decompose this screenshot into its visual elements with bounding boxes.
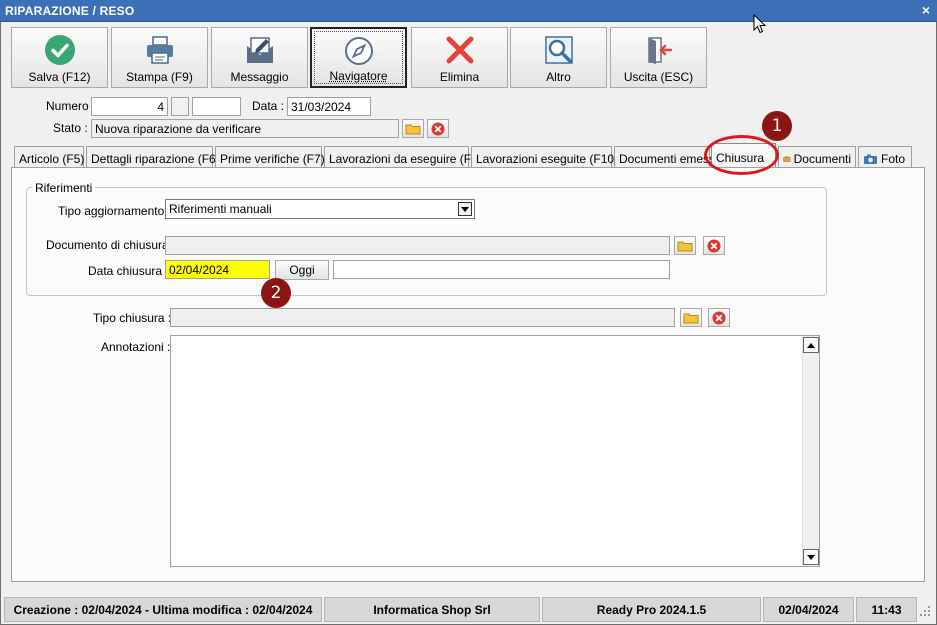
navigator-button[interactable]: Navigatore (310, 27, 407, 88)
navigator-button-label: Navigatore (329, 69, 388, 83)
window-title: RIPARAZIONE / RESO (5, 4, 135, 18)
check-icon (44, 35, 75, 65)
tipo-aggiornamento-select[interactable]: Riferimenti manuali (165, 199, 475, 219)
tab-lavorazioni-eseguite[interactable]: Lavorazioni eseguite (F10) (471, 146, 618, 167)
camera-icon (864, 154, 877, 164)
print-button[interactable]: Stampa (F9) (111, 27, 208, 88)
folder-icon (683, 313, 699, 323)
chevron-down-icon[interactable] (458, 202, 472, 216)
documento-chiusura-clear-button[interactable] (703, 236, 725, 255)
numero-field[interactable]: 4 (91, 97, 168, 116)
tab-prime-verifiche[interactable]: Prime verifiche (F7) (215, 146, 325, 167)
scroll-down-icon[interactable] (803, 549, 819, 565)
data-chiusura-label: Data chiusura : (88, 264, 169, 278)
delete-x-icon (446, 36, 473, 64)
stato-label: Stato : (53, 121, 88, 135)
tab-foto-label: Foto (881, 152, 906, 166)
tab-lavorazioni-da-eseguire[interactable]: Lavorazioni da eseguire (F8) (324, 146, 482, 167)
message-button-label: Messaggio (230, 70, 289, 84)
more-button-label: Altro (546, 70, 571, 84)
documento-chiusura-label: Documento di chiusura : (46, 238, 176, 252)
stato-clear-button[interactable] (427, 119, 449, 138)
tab-documenti-emessi-label: Documenti emessi (619, 152, 718, 166)
clear-icon (712, 311, 726, 324)
riferimenti-group-title: Riferimenti (32, 181, 96, 195)
oggi-button[interactable]: Oggi (275, 260, 329, 280)
folder-icon (677, 241, 693, 251)
tab-lavorazioni-da-eseguire-label: Lavorazioni da eseguire (F8) (329, 152, 482, 166)
tipo-chiusura-browse-button[interactable] (680, 308, 702, 327)
delete-button-label: Elimina (439, 70, 480, 84)
tab-documenti-emessi[interactable]: Documenti emessi (614, 146, 718, 167)
save-button[interactable]: Salva (F12) (11, 27, 108, 88)
save-button-label: Salva (F12) (28, 70, 91, 84)
annotation-badge-2: 2 (261, 278, 291, 308)
numero-label: Numero : (46, 99, 96, 113)
tab-articolo-label: Articolo (F5) (19, 152, 85, 166)
tipo-aggiornamento-label: Tipo aggiornamento : (58, 204, 171, 218)
clear-icon (707, 239, 721, 252)
exit-button[interactable]: Uscita (ESC) (610, 27, 707, 88)
title-bar: RIPARAZIONE / RESO × (0, 0, 937, 22)
briefcase-icon (783, 156, 791, 162)
tab-documenti-label: Documenti (793, 152, 851, 166)
tipo-chiusura-field[interactable] (170, 308, 675, 327)
tipo-aggiornamento-value: Riferimenti manuali (169, 202, 272, 216)
scroll-up-icon[interactable] (803, 337, 819, 353)
close-icon[interactable]: × (922, 2, 930, 18)
stato-browse-button[interactable] (402, 119, 424, 138)
documento-chiusura-field[interactable] (165, 236, 670, 255)
tab-lavorazioni-eseguite-label: Lavorazioni eseguite (F10) (476, 152, 619, 166)
clear-icon (431, 122, 445, 135)
printer-icon (146, 36, 173, 64)
tab-foto[interactable]: Foto (858, 146, 912, 167)
numero-series-button[interactable] (171, 97, 189, 116)
tab-articolo[interactable]: Articolo (F5) (14, 146, 84, 167)
status-product: Ready Pro 2024.1.5 (542, 597, 761, 622)
chiusura-tab-highlight-circle (704, 135, 779, 175)
status-time: 11:43 (856, 597, 917, 622)
folder-icon (405, 124, 421, 134)
tipo-chiusura-label: Tipo chiusura : (93, 311, 172, 325)
compass-icon (344, 37, 373, 65)
annotazioni-scrollbar[interactable] (802, 336, 819, 566)
status-dates: Creazione : 02/04/2024 - Ultima modifica… (4, 597, 322, 622)
tab-documenti[interactable]: Documenti (778, 146, 856, 167)
data-chiusura-extra-field[interactable] (333, 260, 670, 279)
data-label: Data : (252, 99, 285, 113)
more-button[interactable]: Altro (510, 27, 607, 88)
tab-prime-verifiche-label: Prime verifiche (F7) (220, 152, 325, 166)
magnifier-icon (544, 36, 573, 64)
data-field[interactable]: 31/03/2024 (287, 97, 371, 116)
tab-dettagli-riparazione[interactable]: Dettagli riparazione (F6) (86, 146, 220, 167)
annotazioni-textarea[interactable] (170, 335, 820, 567)
tipo-chiusura-clear-button[interactable] (708, 308, 730, 327)
annotation-badge-1: 1 (762, 111, 792, 141)
message-button[interactable]: Messaggio (211, 27, 308, 88)
tab-dettagli-label: Dettagli riparazione (F6) (91, 152, 220, 166)
exit-door-icon (647, 37, 672, 64)
delete-button[interactable]: Elimina (411, 27, 508, 88)
documento-chiusura-browse-button[interactable] (674, 236, 696, 255)
print-button-label: Stampa (F9) (126, 70, 193, 84)
status-date: 02/04/2024 (763, 597, 854, 622)
status-company: Informatica Shop Srl (324, 597, 540, 622)
mouse-cursor-icon (753, 14, 767, 34)
numero-suffix-field[interactable] (192, 97, 241, 116)
resize-grip-icon[interactable] (919, 605, 931, 617)
annotazioni-label: Annotazioni : (101, 340, 171, 354)
exit-button-label: Uscita (ESC) (623, 70, 694, 84)
status-bar: Creazione : 02/04/2024 - Ultima modifica… (4, 597, 933, 622)
message-icon (246, 37, 273, 63)
stato-field[interactable]: Nuova riparazione da verificare (91, 119, 399, 138)
data-chiusura-field[interactable]: 02/04/2024 (165, 260, 270, 279)
